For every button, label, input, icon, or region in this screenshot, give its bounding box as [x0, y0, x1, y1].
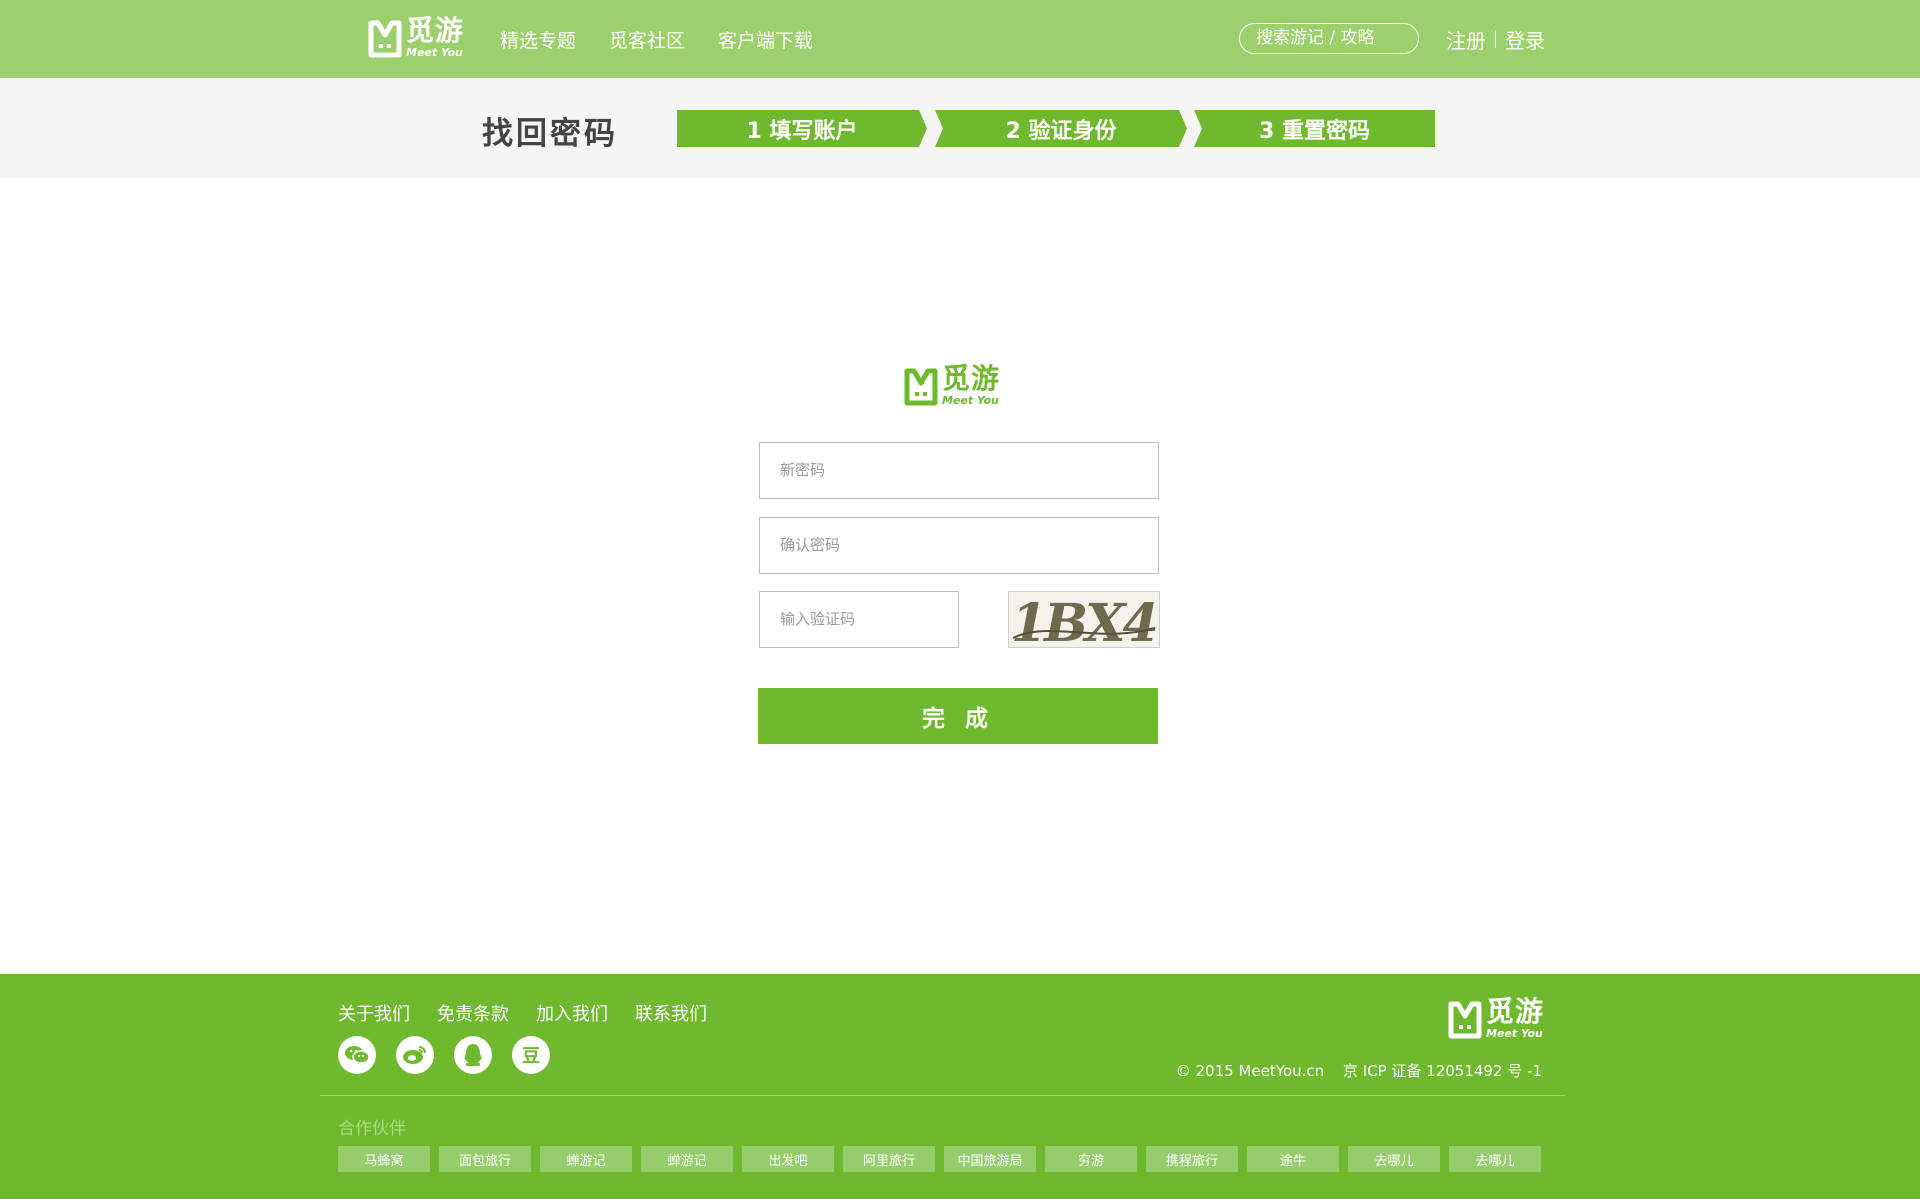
meetyou-logo-icon: [1448, 999, 1482, 1039]
divider: [1495, 30, 1496, 48]
qq-icon[interactable]: [454, 1036, 492, 1074]
logo-text-en: Meet You: [942, 394, 999, 407]
auth-links: 注册 登录: [1446, 0, 1545, 78]
partner-link[interactable]: 中国旅游局: [944, 1146, 1036, 1172]
new-password-field[interactable]: 新密码: [759, 442, 1159, 499]
icp-text: 京 ICP 证备 12051492 号 -1: [1342, 1062, 1542, 1080]
step-2-label: 2 验证身份: [1005, 118, 1117, 144]
logo-text-cn: 觅游: [1486, 995, 1545, 1028]
partners-title: 合作伙伴: [338, 1119, 406, 1139]
douban-glyph: 豆: [522, 1046, 540, 1067]
page-title: 找回密码: [482, 116, 618, 152]
copyright-line: © 2015 MeetYou.cn 京 ICP 证备 12051492 号 -1: [1176, 1060, 1542, 1081]
logo-text-cn: 觅游: [942, 362, 1001, 395]
step-1: 1 填写账户: [677, 110, 927, 147]
partner-link[interactable]: 面包旅行: [439, 1146, 531, 1172]
register-link[interactable]: 注册: [1446, 25, 1486, 54]
main-nav: 精选专题 觅客社区 客户端下载: [500, 0, 846, 78]
search-input[interactable]: 搜索游记 / 攻略: [1239, 23, 1419, 54]
nav-item-featured[interactable]: 精选专题: [500, 26, 576, 53]
partner-link[interactable]: 蝉游记: [540, 1146, 632, 1172]
step-2: 2 验证身份: [935, 110, 1187, 147]
partner-link[interactable]: 出发吧: [742, 1146, 834, 1172]
meetyou-logo-icon: [368, 18, 402, 58]
meetyou-logo-icon: [904, 366, 938, 406]
partner-link[interactable]: 途牛: [1247, 1146, 1339, 1172]
footer-logo: 觅游 Meet You: [1448, 998, 1544, 1039]
copyright-text: © 2015 MeetYou.cn: [1175, 1062, 1325, 1080]
partners-list: 马蜂窝 面包旅行 蝉游记 蝉游记 出发吧 阿里旅行 中国旅游局 穷游 携程旅行 …: [338, 1146, 1550, 1172]
form-logo: 觅游 Meet You: [904, 365, 1000, 406]
header-logo[interactable]: 觅游 Meet You: [368, 17, 464, 58]
partner-link[interactable]: 去哪儿: [1348, 1146, 1440, 1172]
step-1-label: 1 填写账户: [746, 118, 858, 144]
top-header: 觅游 Meet You 精选专题 觅客社区 客户端下载 搜索游记 / 攻略 注册…: [0, 0, 1920, 78]
step-3-label: 3 重置密码: [1259, 118, 1370, 144]
nav-item-community[interactable]: 觅客社区: [609, 26, 685, 53]
partner-link[interactable]: 携程旅行: [1146, 1146, 1238, 1172]
partner-link[interactable]: 穷游: [1045, 1146, 1137, 1172]
douban-icon[interactable]: 豆: [512, 1036, 550, 1074]
weibo-icon[interactable]: [396, 1036, 434, 1074]
captcha-text: 1BX4: [1011, 593, 1156, 647]
footer-link-contact[interactable]: 联系我们: [635, 1000, 707, 1026]
captcha-image[interactable]: 1BX4: [1008, 591, 1160, 648]
social-icons: 豆: [338, 1036, 570, 1074]
login-link[interactable]: 登录: [1505, 25, 1545, 54]
logo-text-cn: 觅游: [406, 14, 465, 47]
wechat-icon[interactable]: [338, 1036, 376, 1074]
partner-link[interactable]: 阿里旅行: [843, 1146, 935, 1172]
footer-link-join[interactable]: 加入我们: [536, 1000, 608, 1026]
footer: 关于我们 免责条款 加入我们 联系我们 豆 觅游 Meet You © 2015…: [0, 974, 1920, 1199]
partner-link[interactable]: 蝉游记: [641, 1146, 733, 1172]
step-3: 3 重置密码: [1194, 110, 1435, 147]
partner-link[interactable]: 去哪儿: [1449, 1146, 1541, 1172]
footer-link-about[interactable]: 关于我们: [338, 1000, 410, 1026]
submit-button[interactable]: 完 成: [758, 688, 1158, 744]
footer-links: 关于我们 免责条款 加入我们 联系我们: [338, 1000, 734, 1026]
footer-divider: [320, 1095, 1565, 1096]
partner-link[interactable]: 马蜂窝: [338, 1146, 430, 1172]
logo-text-en: Meet You: [406, 46, 463, 59]
footer-link-disclaimer[interactable]: 免责条款: [437, 1000, 509, 1026]
nav-item-download[interactable]: 客户端下载: [718, 26, 813, 53]
logo-text-en: Meet You: [1486, 1027, 1543, 1040]
captcha-field[interactable]: 输入验证码: [759, 591, 959, 648]
confirm-password-field[interactable]: 确认密码: [759, 517, 1159, 574]
page: 觅游 Meet You 精选专题 觅客社区 客户端下载 搜索游记 / 攻略 注册…: [0, 0, 1920, 1199]
